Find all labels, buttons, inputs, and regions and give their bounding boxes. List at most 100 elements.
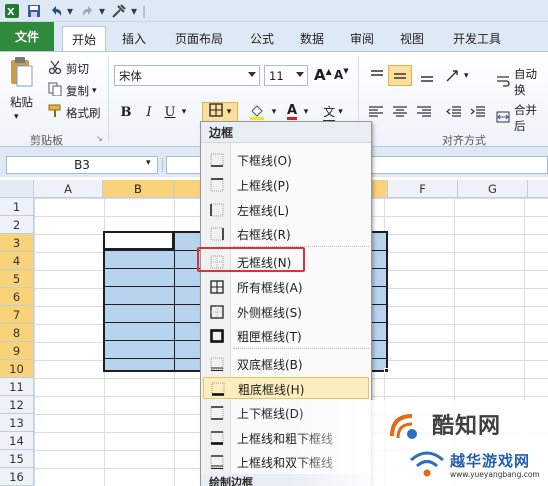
align-middle-button[interactable] xyxy=(388,65,412,86)
align-right-button[interactable] xyxy=(414,102,434,122)
column-header-g[interactable]: G xyxy=(458,180,528,198)
copy-dropdown-icon[interactable]: ▾ xyxy=(92,86,97,96)
align-top-button[interactable] xyxy=(366,66,388,86)
tab-home[interactable]: 开始 xyxy=(62,26,106,51)
menu-item-outside-borders[interactable]: 外侧框线(S) xyxy=(203,301,369,323)
column-header-f[interactable]: F xyxy=(388,180,458,198)
format-painter-icon xyxy=(48,104,62,121)
chevron-down-icon xyxy=(248,72,256,77)
undo-dropdown-icon[interactable]: ▾ xyxy=(66,3,74,19)
undo-icon[interactable] xyxy=(48,3,64,19)
phonetic-label: 文 xyxy=(323,103,336,122)
font-color-dropdown-icon[interactable]: ▾ xyxy=(302,102,310,122)
redo-dropdown-icon[interactable]: ▾ xyxy=(98,3,106,19)
menu-item-thick-bottom-border[interactable]: 粗底框线(H) xyxy=(203,377,369,399)
row-header[interactable]: 12 xyxy=(0,396,34,414)
row-header[interactable]: 15 xyxy=(0,450,34,468)
paste-button[interactable]: 粘贴 xyxy=(10,94,33,110)
select-all-corner[interactable] xyxy=(0,180,34,198)
row-header[interactable]: 7 xyxy=(0,306,34,324)
row-header[interactable]: 1 xyxy=(0,198,34,216)
menu-item-all-borders[interactable]: 所有框线(A) xyxy=(203,276,369,298)
row-header[interactable]: 5 xyxy=(0,270,34,288)
tab-page-layout[interactable]: 页面布局 xyxy=(164,26,234,51)
bold-button[interactable]: B xyxy=(118,102,134,122)
wrap-text-label: 自动换 xyxy=(514,67,537,97)
font-name-select[interactable]: 宋体 xyxy=(114,65,260,86)
customize-dropdown-icon[interactable]: ▾ xyxy=(130,3,138,19)
column-header-h[interactable] xyxy=(528,180,548,198)
grow-font-button[interactable]: A ▲ xyxy=(314,66,332,84)
cut-button[interactable]: 剪切 xyxy=(48,60,89,77)
italic-button[interactable]: I xyxy=(141,102,157,122)
toolbar-divider: | xyxy=(141,4,147,18)
group-divider xyxy=(108,56,109,142)
font-size-select[interactable]: 11 xyxy=(264,65,308,86)
row-header[interactable]: 14 xyxy=(0,432,34,450)
format-painter-button[interactable]: 格式刷 xyxy=(48,104,101,121)
fill-handle[interactable] xyxy=(384,368,389,373)
shrink-font-button[interactable]: A ▼ xyxy=(334,67,349,82)
row-header[interactable]: 4 xyxy=(0,252,34,270)
paste-icon[interactable] xyxy=(6,56,36,90)
row-header[interactable]: 11 xyxy=(0,378,34,396)
merge-center-button[interactable]: 合并后 xyxy=(496,102,548,134)
row-header[interactable]: 8 xyxy=(0,324,34,342)
active-cell[interactable] xyxy=(103,231,174,250)
format-painter-label: 格式刷 xyxy=(66,105,101,120)
paste-dropdown-icon[interactable]: ▾ xyxy=(14,112,19,122)
clipboard-launcher-icon[interactable]: ↘ xyxy=(96,134,103,143)
column-header-b[interactable]: B xyxy=(103,180,174,198)
top-bottom-border-icon xyxy=(210,406,224,420)
wrap-text-button[interactable]: 自动换 xyxy=(496,66,548,98)
name-box[interactable]: B3 xyxy=(6,156,158,174)
menu-title: 边框 xyxy=(201,122,371,143)
bottom-border-icon xyxy=(210,153,224,167)
orientation-button[interactable]: ▾ xyxy=(444,66,472,86)
increase-indent-button[interactable] xyxy=(468,102,488,122)
grow-font-label: A xyxy=(314,66,326,84)
tab-insert[interactable]: 插入 xyxy=(112,26,156,51)
column-header-a[interactable]: A xyxy=(34,180,103,198)
svg-text:X: X xyxy=(7,7,15,18)
fill-color-dropdown-icon[interactable]: ▾ xyxy=(270,102,278,122)
tab-formulas[interactable]: 公式 xyxy=(242,26,282,51)
borders-button[interactable]: ▾ xyxy=(202,102,238,122)
decrease-indent-button[interactable] xyxy=(444,102,464,122)
phonetic-guide-button[interactable]: 文 ▾ xyxy=(320,102,346,122)
font-color-button[interactable]: A xyxy=(284,102,300,122)
underline-dropdown-icon[interactable]: ▾ xyxy=(180,102,188,122)
tab-developer[interactable]: 开发工具 xyxy=(444,26,510,51)
row-header[interactable]: 13 xyxy=(0,414,34,432)
menu-item-label: 下框线(O) xyxy=(237,154,292,168)
menu-item-left-border[interactable]: 左框线(L) xyxy=(203,199,369,221)
row-header[interactable]: 10 xyxy=(0,360,34,378)
row-header[interactable]: 9 xyxy=(0,342,34,360)
quick-access-toolbar: X ▾ ▾ ▾ | xyxy=(0,0,548,22)
underline-button[interactable]: U xyxy=(162,102,178,122)
redo-icon[interactable] xyxy=(80,3,96,19)
copy-button[interactable]: 复制 ▾ xyxy=(48,82,97,99)
menu-item-thick-box-border[interactable]: 粗匣框线(T) xyxy=(203,325,369,347)
align-left-button[interactable] xyxy=(366,102,386,122)
row-header[interactable]: 6 xyxy=(0,288,34,306)
save-icon[interactable] xyxy=(26,3,42,19)
tab-data[interactable]: 数据 xyxy=(292,26,332,51)
row-header[interactable]: 2 xyxy=(0,216,34,234)
tab-view[interactable]: 视图 xyxy=(392,26,432,51)
menu-item-bottom-border[interactable]: 下框线(O) xyxy=(203,149,369,171)
menu-item-top-border[interactable]: 上框线(P) xyxy=(203,174,369,196)
customize-tools-icon[interactable] xyxy=(110,3,128,19)
grow-arrow-icon: ▲ xyxy=(325,66,332,76)
menu-item-double-bottom-border[interactable]: 双底框线(B) xyxy=(203,353,369,375)
thick-box-border-icon xyxy=(210,329,224,343)
row-header[interactable]: 16 xyxy=(0,468,34,486)
tab-review[interactable]: 审阅 xyxy=(342,26,382,51)
fill-color-button[interactable] xyxy=(246,102,268,122)
row-header[interactable]: 3 xyxy=(0,234,34,252)
name-box-dropdown-icon[interactable]: ▾ xyxy=(146,158,151,168)
menu-item-right-border[interactable]: 右框线(R) xyxy=(203,223,369,245)
align-center-button[interactable] xyxy=(390,102,410,122)
align-bottom-button[interactable] xyxy=(416,66,438,86)
tab-file[interactable]: 文件 xyxy=(0,22,54,51)
